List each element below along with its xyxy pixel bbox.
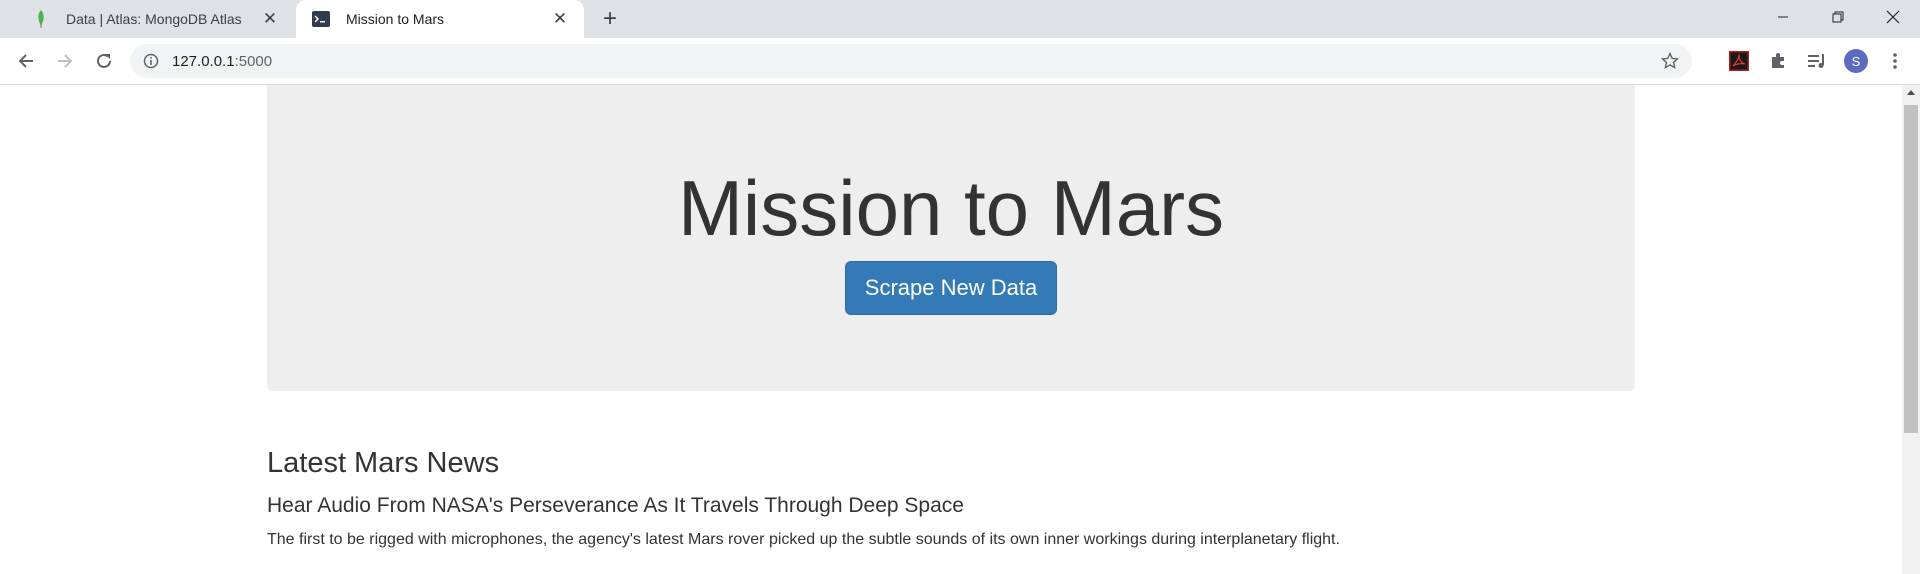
news-section-heading: Latest Mars News [267,447,500,479]
mongodb-leaf-icon [32,10,50,28]
vertical-scrollbar[interactable] [1902,85,1920,574]
browser-toolbar: 127.0.0.1:5000 S [0,38,1920,85]
tab-title: Data | Atlas: MongoDB Atlas [66,11,242,27]
restore-icon[interactable] [1811,0,1865,34]
tab-strip: Data | Atlas: MongoDB Atlas ✕ Mission to… [0,0,1920,38]
back-icon[interactable] [11,46,41,76]
news-paragraph: The first to be rigged with microphones,… [267,531,1340,548]
address-bar[interactable]: 127.0.0.1:5000 [130,44,1692,78]
terminal-icon [312,10,330,28]
info-icon[interactable] [142,52,160,70]
bookmark-star-icon[interactable] [1660,51,1680,71]
scroll-up-arrow-icon[interactable] [1902,85,1920,101]
page-title: Mission to Mars [677,164,1225,252]
close-window-icon[interactable] [1866,0,1920,34]
new-tab-icon[interactable]: + [596,5,624,32]
tab-title: Mission to Mars [346,11,445,27]
scrape-new-data-button[interactable]: Scrape New Data [845,261,1057,315]
media-queue-icon[interactable] [1806,50,1828,72]
tab-mongodb-atlas[interactable]: Data | Atlas: MongoDB Atlas ✕ [16,0,294,38]
pdf-extension-icon[interactable] [1728,50,1750,72]
page-viewport: Mission to Mars Scrape New Data Latest M… [0,85,1920,574]
scrollbar-thumb[interactable] [1904,105,1918,433]
minimize-icon[interactable] [1756,0,1810,34]
jumbotron: Mission to Mars Scrape New Data [267,85,1635,391]
reload-icon[interactable] [89,46,119,76]
url-text: 127.0.0.1:5000 [172,53,272,70]
close-tab-icon[interactable]: ✕ [550,9,570,29]
more-menu-icon[interactable] [1884,50,1906,72]
extensions-puzzle-icon[interactable] [1767,50,1789,72]
url-host: 127.0.0.1 [172,52,235,70]
forward-icon[interactable] [50,46,80,76]
tab-mission-to-mars[interactable]: Mission to Mars ✕ [296,0,584,38]
close-tab-icon[interactable]: ✕ [260,9,280,29]
news-title: Hear Audio From NASA's Perseverance As I… [267,494,964,517]
profile-avatar[interactable]: S [1844,49,1868,73]
url-port: :5000 [234,52,273,70]
